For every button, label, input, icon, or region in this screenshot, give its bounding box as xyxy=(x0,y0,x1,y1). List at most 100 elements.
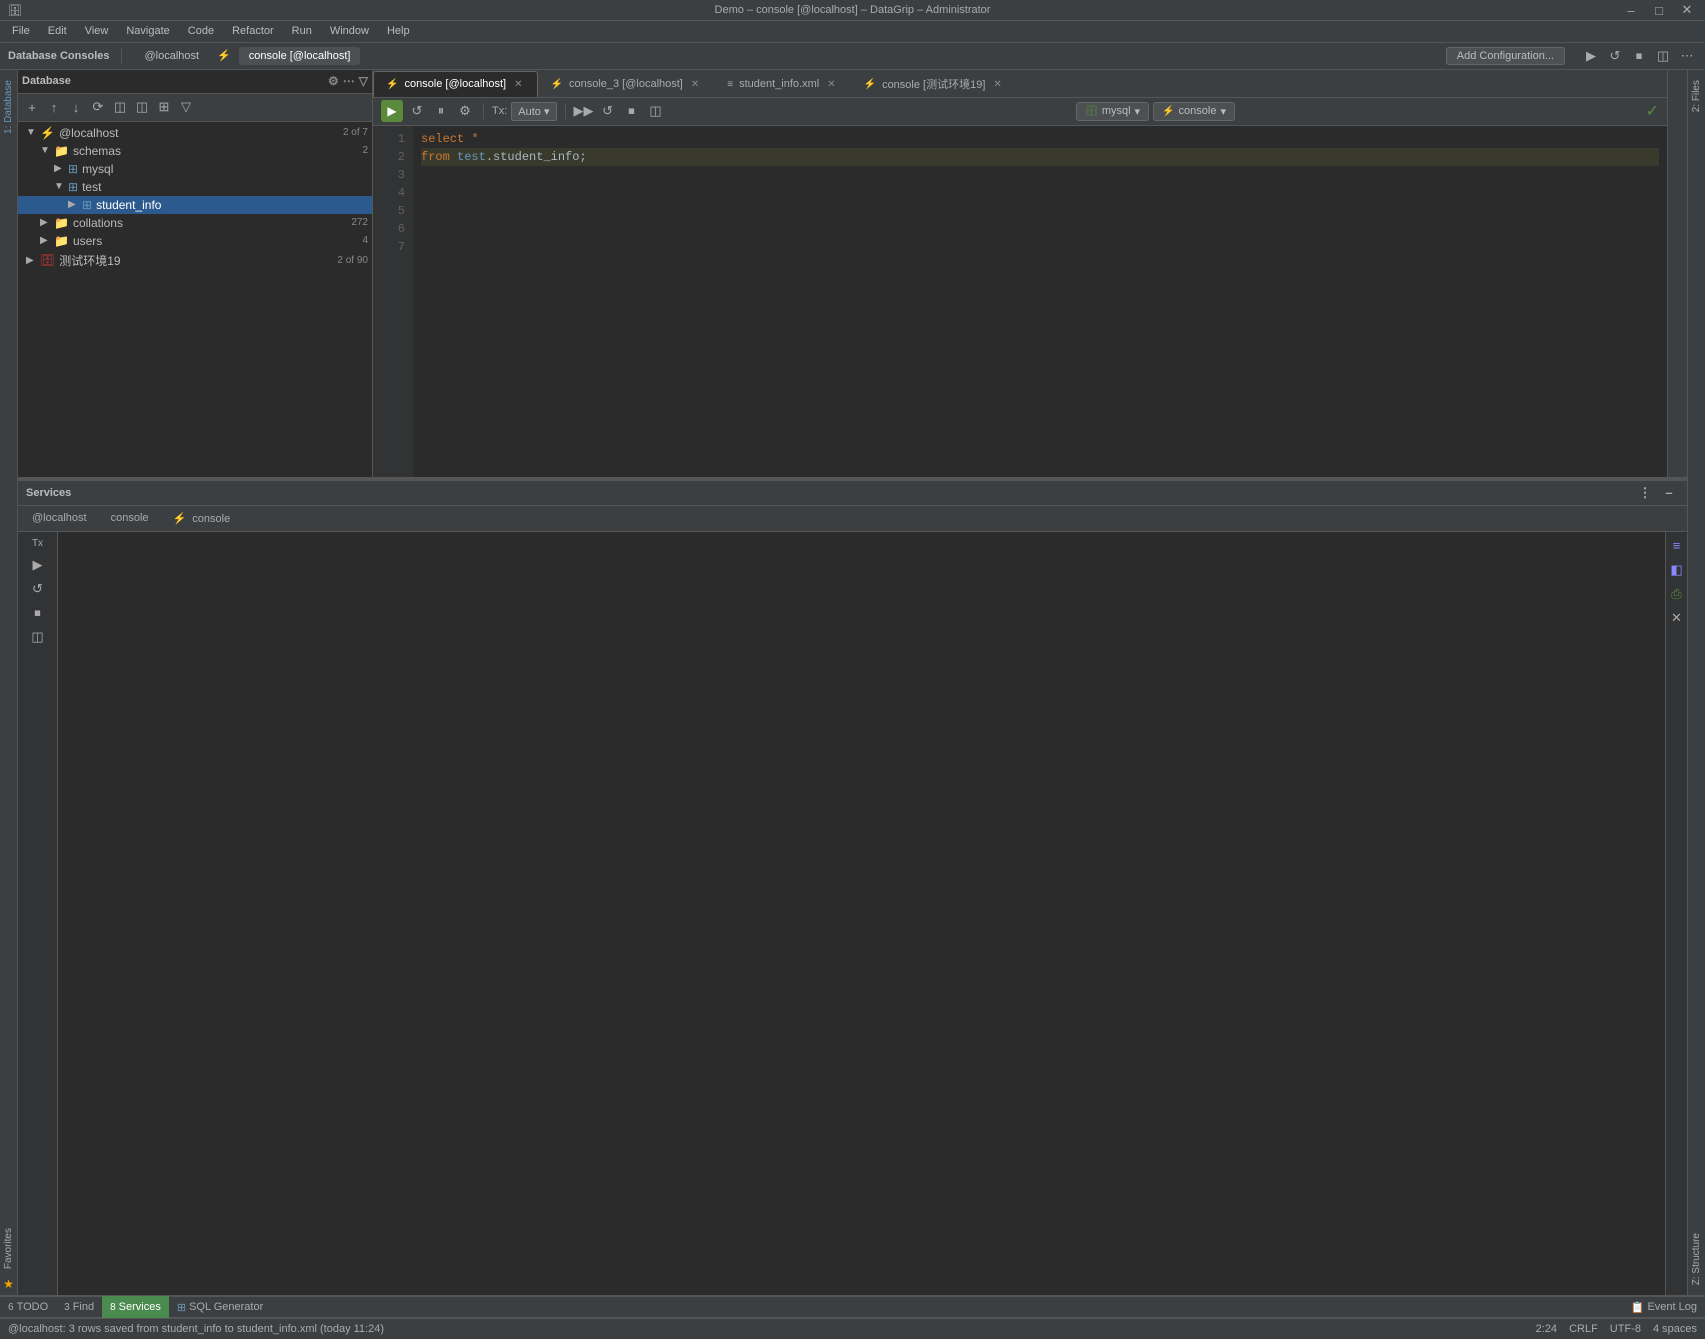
services-list-icon[interactable]: ≡ xyxy=(1667,536,1687,556)
services-more-icon[interactable]: ⋮ xyxy=(1635,483,1655,503)
tab-label-console-localhost: console [@localhost] xyxy=(404,78,506,90)
console-selector[interactable]: ⚡ console ▾ xyxy=(1153,102,1235,121)
menu-edit[interactable]: Edit xyxy=(40,23,75,39)
code-content[interactable]: select * from test.student_info; xyxy=(413,126,1667,477)
expand-arrow-users[interactable]: ▶ xyxy=(40,235,54,246)
more-icon[interactable]: ⋯ xyxy=(1677,46,1697,66)
expand-arrow-test[interactable]: ▼ xyxy=(54,181,68,192)
tab-close-test-env[interactable]: ✕ xyxy=(991,79,1003,90)
add-button[interactable]: + xyxy=(22,97,42,117)
line-ending: CRLF xyxy=(1569,1323,1598,1335)
services-tab-localhost[interactable]: @localhost xyxy=(22,510,97,526)
todo-tab[interactable]: 6 TODO xyxy=(0,1296,56,1318)
expand-arrow-mysql[interactable]: ▶ xyxy=(54,163,68,174)
tab-console-localhost[interactable]: ⚡ console [@localhost] ✕ xyxy=(373,71,538,97)
history-button[interactable]: ↺ xyxy=(598,101,618,121)
expand-arrow-schemas[interactable]: ▼ xyxy=(40,145,54,156)
menu-refactor[interactable]: Refactor xyxy=(224,23,282,39)
event-log-tab[interactable]: 📋 Event Log xyxy=(1623,1296,1705,1318)
schema-button[interactable]: ◫ xyxy=(132,97,152,117)
services-history-btn[interactable]: ↺ xyxy=(28,579,48,599)
code-line-4 xyxy=(421,184,1659,202)
tab-console-test-env[interactable]: ⚡ console [测试环境19] ✕ xyxy=(851,71,1017,97)
sidebar-more-icon[interactable]: ⋯ xyxy=(343,74,355,88)
status-bar: @localhost: 3 rows saved from student_in… xyxy=(0,1318,1705,1339)
services-panel-icon[interactable]: ◧ xyxy=(1667,560,1687,580)
menu-window[interactable]: Window xyxy=(322,23,377,39)
filter-icon[interactable]: ▽ xyxy=(359,74,368,88)
separator xyxy=(121,48,122,64)
run-all-button[interactable]: ▶▶ xyxy=(574,101,594,121)
tree-item-student-info[interactable]: ▶ ⊞ student_info xyxy=(18,196,372,214)
commit-button[interactable]: ⏸ xyxy=(431,101,451,121)
tab-student-info-xml[interactable]: ≡ student_info.xml ✕ xyxy=(714,71,850,97)
tree-root-localhost[interactable]: ▼ ⚡ @localhost 2 of 7 xyxy=(18,124,372,142)
tree-item-schemas[interactable]: ▼ 📁 schemas 2 xyxy=(18,142,372,160)
services-print-icon[interactable]: ⎙ xyxy=(1667,584,1687,604)
menu-code[interactable]: Code xyxy=(180,23,222,39)
properties-button[interactable]: ◫ xyxy=(110,97,130,117)
expand-arrow-collations[interactable]: ▶ xyxy=(40,217,54,228)
tree-item-test[interactable]: ▼ ⊞ test xyxy=(18,178,372,196)
tree-item-test-env[interactable]: ▶ 🗄 测试环境19 2 of 90 xyxy=(18,250,372,271)
services-collapse-icon[interactable]: – xyxy=(1659,483,1679,503)
close-button[interactable]: ✕ xyxy=(1677,0,1697,20)
minimize-button[interactable]: – xyxy=(1621,0,1641,20)
services-run-btn[interactable]: ▶ xyxy=(28,555,48,575)
tree-item-mysql[interactable]: ▶ ⊞ mysql xyxy=(18,160,372,178)
settings-icon[interactable]: ⚙ xyxy=(328,74,339,88)
files-panel-tab[interactable]: 2: Files xyxy=(1691,74,1702,118)
services-tab-console1[interactable]: console xyxy=(101,510,159,526)
run-icon[interactable]: ▶ xyxy=(1581,46,1601,66)
stop-all-button[interactable]: ⏹ xyxy=(622,101,642,121)
services-delete-icon[interactable]: ✕ xyxy=(1667,608,1687,628)
collapse-button[interactable]: ↓ xyxy=(66,97,86,117)
code-editor[interactable]: 1 2 3 4 5 6 7 select * from test.student… xyxy=(373,126,1667,477)
mysql-selector[interactable]: 🗄 mysql ▾ xyxy=(1076,102,1149,121)
menu-help[interactable]: Help xyxy=(379,23,418,39)
schema-icon[interactable]: ◫ xyxy=(1653,46,1673,66)
expand-arrow-student-info[interactable]: ▶ xyxy=(68,199,82,210)
tab-close-console3[interactable]: ✕ xyxy=(689,79,701,90)
sync-button[interactable]: ⟳ xyxy=(88,97,108,117)
filter-button[interactable]: ▽ xyxy=(176,97,196,117)
expand-arrow-test-env[interactable]: ▶ xyxy=(26,255,40,266)
sidebar-toolbar: + ↑ ↓ ⟳ ◫ ◫ ⊞ ▽ xyxy=(18,94,372,122)
refresh-button[interactable]: ↑ xyxy=(44,97,64,117)
services-grid-btn[interactable]: ◫ xyxy=(28,627,48,647)
tab-close-xml[interactable]: ✕ xyxy=(825,79,837,90)
code-line-5 xyxy=(421,202,1659,220)
tx-dropdown[interactable]: Auto ▾ xyxy=(511,102,556,121)
settings-button[interactable]: ⚙ xyxy=(455,101,475,121)
refresh-icon[interactable]: ↺ xyxy=(1605,46,1625,66)
tx-arrow: ▾ xyxy=(544,106,550,118)
tab-close-console-localhost[interactable]: ✕ xyxy=(512,79,524,90)
red-db-icon: 🗄 xyxy=(40,253,55,267)
result-button[interactable]: ◫ xyxy=(646,101,666,121)
top-section: Database ⚙ ⋯ ▽ + ↑ ↓ ⟳ ◫ ◫ ⊞ ▽ xyxy=(18,70,1687,480)
database-panel-tab[interactable]: 1: Database xyxy=(3,74,14,140)
tree-item-collations[interactable]: ▶ 📁 collations 272 xyxy=(18,214,372,232)
maximize-button[interactable]: □ xyxy=(1649,0,1669,20)
menu-view[interactable]: View xyxy=(77,23,117,39)
db-consoles-tab-console[interactable]: console [@localhost] xyxy=(239,47,361,65)
db-consoles-tab-localhost[interactable]: @localhost xyxy=(134,47,209,65)
add-configuration-button[interactable]: Add Configuration... xyxy=(1446,47,1565,65)
grid-button[interactable]: ⊞ xyxy=(154,97,174,117)
services-bottom-tab[interactable]: 8 Services xyxy=(102,1296,169,1318)
menu-file[interactable]: File xyxy=(4,23,38,39)
sql-generator-tab[interactable]: ⊞ SQL Generator xyxy=(169,1296,271,1318)
tab-console3-localhost[interactable]: ⚡ console_3 [@localhost] ✕ xyxy=(538,71,715,97)
menu-run[interactable]: Run xyxy=(284,23,320,39)
expand-arrow[interactable]: ▼ xyxy=(26,127,40,138)
favorites-panel-tab[interactable]: Favorites xyxy=(3,1222,14,1275)
services-tab-console2[interactable]: ⚡ console xyxy=(163,510,241,527)
structure-panel-tab[interactable]: Z: Structure xyxy=(1691,1227,1702,1291)
stop-icon[interactable]: ⏹ xyxy=(1629,46,1649,66)
menu-navigate[interactable]: Navigate xyxy=(118,23,177,39)
run-query-button[interactable]: ▶ xyxy=(381,100,403,122)
services-stop-btn[interactable]: ⏹ xyxy=(28,603,48,623)
rollback-button[interactable]: ↺ xyxy=(407,101,427,121)
find-tab[interactable]: 3 Find xyxy=(56,1296,102,1318)
tree-item-users[interactable]: ▶ 📁 users 4 xyxy=(18,232,372,250)
